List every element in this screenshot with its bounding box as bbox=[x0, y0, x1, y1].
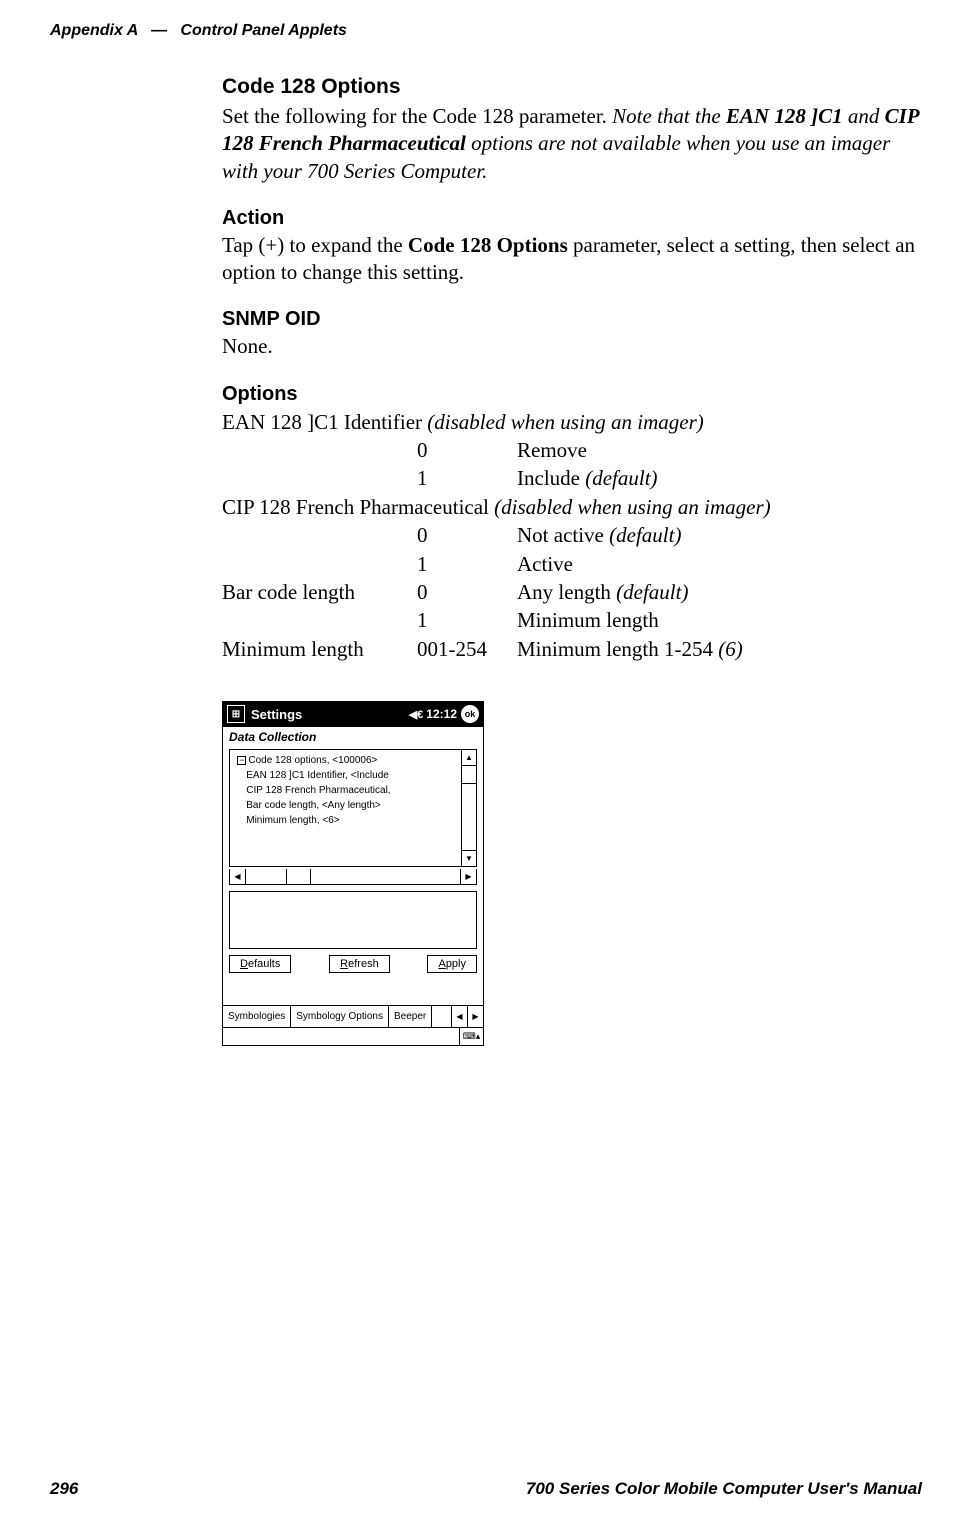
ss-hscrollbar[interactable]: ◀ ▶ bbox=[229, 869, 477, 885]
tree-item[interactable]: EAN 128 ]C1 Identifier, <Include bbox=[232, 768, 459, 783]
tree-item[interactable]: CIP 128 French Pharmaceutical, bbox=[232, 783, 459, 798]
page-footer: 296 700 Series Color Mobile Computer Use… bbox=[50, 1479, 922, 1499]
ean-label: EAN 128 ]C1 Identifier bbox=[222, 410, 427, 434]
cip-label: CIP 128 French Pharmaceutical bbox=[222, 495, 494, 519]
tab-left-icon[interactable]: ◀ bbox=[451, 1006, 467, 1027]
options-block: EAN 128 ]C1 Identifier (disabled when us… bbox=[222, 408, 922, 663]
min-desc: Minimum length 1-254 (6) bbox=[517, 635, 922, 663]
ean-note: (disabled when using an imager) bbox=[427, 410, 703, 434]
section-label: Control Panel Applets bbox=[180, 22, 347, 39]
ss-empty-panel bbox=[229, 891, 477, 949]
ean-desc-1: Include (default) bbox=[517, 464, 922, 492]
speaker-icon[interactable]: ◀€ bbox=[409, 708, 424, 721]
intro-italic-2: and bbox=[843, 104, 885, 128]
ss-time: 12:12 bbox=[426, 707, 457, 721]
tree-item[interactable]: Minimum length, <6> bbox=[232, 813, 459, 828]
cip-code-0: 0 bbox=[417, 521, 517, 549]
appendix-label: Appendix A bbox=[50, 22, 138, 39]
ss-subtitle: Data Collection bbox=[223, 727, 483, 747]
scroll-left-icon[interactable]: ◀ bbox=[230, 869, 246, 884]
tree-item[interactable]: Bar code length, <Any length> bbox=[232, 798, 459, 813]
action-heading: Action bbox=[222, 207, 922, 230]
options-heading: Options bbox=[222, 383, 922, 406]
scroll-thumb[interactable] bbox=[462, 766, 476, 784]
cip-row-0: 0 Not active (default) bbox=[222, 521, 922, 549]
scroll-down-icon[interactable]: ▼ bbox=[462, 850, 476, 866]
bcl-desc-1: Minimum length bbox=[517, 606, 922, 634]
intro-italic-1: Note that the bbox=[612, 104, 726, 128]
ok-button[interactable]: ok bbox=[461, 705, 479, 723]
cip-desc-0: Not active (default) bbox=[517, 521, 922, 549]
min-row: Minimum length 001-254 Minimum length 1-… bbox=[222, 635, 922, 663]
action-paragraph: Tap (+) to expand the Code 128 Options p… bbox=[222, 232, 922, 287]
bcl-label: Bar code length bbox=[222, 578, 417, 606]
bcl-code-1: 1 bbox=[417, 606, 517, 634]
cip-code-1: 1 bbox=[417, 550, 517, 578]
section-title: Code 128 Options bbox=[222, 75, 922, 99]
header-separator: — bbox=[151, 22, 167, 39]
page-header: Appendix A — Control Panel Applets bbox=[50, 22, 347, 40]
hscroll-thumb[interactable] bbox=[286, 869, 311, 884]
apply-button[interactable]: Apply bbox=[427, 955, 477, 973]
cip-row-1: 1 Active bbox=[222, 550, 922, 578]
keyboard-icon[interactable]: ⌨▴ bbox=[459, 1028, 483, 1045]
intro-plain: Set the following for the Code 128 param… bbox=[222, 104, 612, 128]
cip-desc-1: Active bbox=[517, 550, 922, 578]
refresh-button[interactable]: Refresh bbox=[329, 955, 390, 973]
ss-tabs: Symbologies Symbology Options Beeper ◀ ▶ bbox=[223, 1005, 483, 1027]
ss-vscrollbar[interactable]: ▲ ▼ bbox=[461, 749, 477, 867]
ss-button-row: Defaults Refresh Apply bbox=[229, 955, 477, 973]
ss-tree[interactable]: −Code 128 options, <100006> EAN 128 ]C1 … bbox=[229, 749, 461, 867]
tab-beeper[interactable]: Beeper bbox=[389, 1006, 432, 1027]
ean-desc-0: Remove bbox=[517, 436, 922, 464]
min-code: 001-254 bbox=[417, 635, 517, 663]
tree-item-parent[interactable]: −Code 128 options, <100006> bbox=[232, 753, 459, 768]
bcl-row-1: 1 Minimum length bbox=[222, 606, 922, 634]
bcl-row-0: Bar code length 0 Any length (default) bbox=[222, 578, 922, 606]
ean-code-0: 0 bbox=[417, 436, 517, 464]
cip-header: CIP 128 French Pharmaceutical (disabled … bbox=[222, 493, 922, 521]
footer-text: 700 Series Color Mobile Computer User's … bbox=[526, 1479, 922, 1499]
cip-note: (disabled when using an imager) bbox=[494, 495, 770, 519]
ean-row-0: 0 Remove bbox=[222, 436, 922, 464]
action-p1: Tap (+) to expand the bbox=[222, 233, 408, 257]
defaults-button[interactable]: Defaults bbox=[229, 955, 291, 973]
bcl-desc-0: Any length (default) bbox=[517, 578, 922, 606]
tab-symbologies[interactable]: Symbologies bbox=[223, 1006, 291, 1027]
ss-bottombar: ⌨▴ bbox=[223, 1027, 483, 1045]
snmp-heading: SNMP OID bbox=[222, 308, 922, 331]
ss-tree-area: −Code 128 options, <100006> EAN 128 ]C1 … bbox=[229, 749, 477, 867]
ean-code-1: 1 bbox=[417, 464, 517, 492]
ean-header: EAN 128 ]C1 Identifier (disabled when us… bbox=[222, 408, 922, 436]
device-screenshot: ⊞ Settings ◀€ 12:12 ok Data Collection −… bbox=[222, 701, 484, 1046]
ss-titlebar: ⊞ Settings ◀€ 12:12 ok bbox=[223, 702, 483, 727]
ss-title: Settings bbox=[251, 707, 409, 722]
scroll-up-icon[interactable]: ▲ bbox=[462, 750, 476, 766]
tab-symbology-options[interactable]: Symbology Options bbox=[291, 1006, 389, 1027]
snmp-value: None. bbox=[222, 333, 922, 360]
bcl-code-0: 0 bbox=[417, 578, 517, 606]
main-content: Code 128 Options Set the following for t… bbox=[222, 75, 922, 1046]
action-bold: Code 128 Options bbox=[408, 233, 568, 257]
min-label: Minimum length bbox=[222, 635, 417, 663]
scroll-right-icon[interactable]: ▶ bbox=[460, 869, 476, 884]
intro-bold-1: EAN 128 ]C1 bbox=[726, 104, 843, 128]
intro-paragraph: Set the following for the Code 128 param… bbox=[222, 103, 922, 185]
hscroll-track[interactable] bbox=[246, 869, 460, 884]
tab-right-icon[interactable]: ▶ bbox=[467, 1006, 483, 1027]
ean-row-1: 1 Include (default) bbox=[222, 464, 922, 492]
page-number: 296 bbox=[50, 1479, 78, 1499]
start-icon[interactable]: ⊞ bbox=[227, 705, 245, 723]
